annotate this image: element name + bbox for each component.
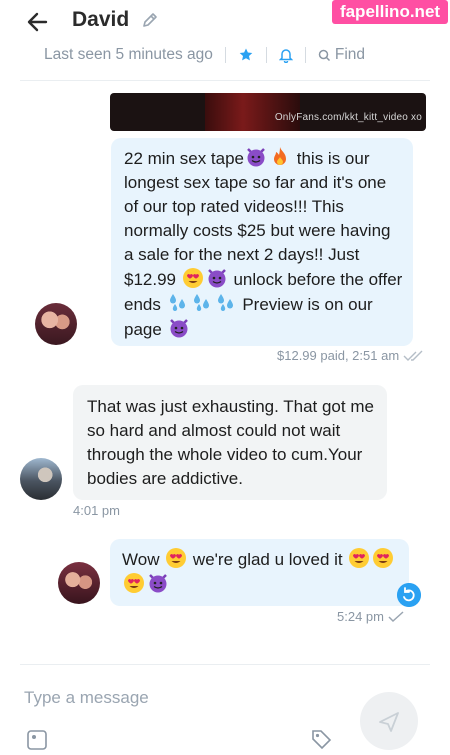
send-icon [379,712,399,732]
find-button[interactable]: Find [318,46,365,64]
avatar[interactable] [20,458,62,500]
message-text: this is our longest sex tape so far and … [124,149,391,289]
heart-eyes-emoji-icon [124,573,144,593]
heart-eyes-emoji-icon [166,548,187,568]
message-timestamp: $12.99 paid, 2:51 am [277,348,400,363]
message-bubble-outgoing[interactable]: 22 min sex tape this is our longest sex … [111,138,413,346]
devil-emoji-icon [149,574,167,593]
message-timestamp: 5:24 pm [337,609,384,624]
droplets-emoji-icon [193,294,209,311]
undo-icon[interactable] [397,583,421,607]
message-meta: 5:24 pm [337,609,404,624]
heart-eyes-emoji-icon [349,548,370,568]
media-watermark: OnlyFans.com/kkt_kitt_video xo [274,112,422,123]
avatar[interactable] [58,562,100,604]
composer-divider [20,664,430,665]
chat-header: David fapellino.net Last seen 5 minutes … [0,0,450,80]
status-line: Last seen 5 minutes ago Find [44,44,365,66]
contact-name[interactable]: David [72,8,129,32]
message-timestamp: 4:01 pm [73,503,120,518]
search-icon [318,49,330,61]
last-seen-text: Last seen 5 minutes ago [44,46,213,63]
divider [304,47,306,63]
message-text: we're glad u loved it [188,550,348,569]
media-thumbnail[interactable]: OnlyFans.com/kkt_kitt_video xo [110,93,426,131]
heart-eyes-emoji-icon [373,548,394,568]
heart-eyes-emoji-icon [182,268,203,288]
droplets-emoji-icon [217,294,233,311]
pencil-icon[interactable] [140,10,160,30]
devil-emoji-icon [247,148,265,167]
find-label: Find [334,46,366,63]
message-input[interactable]: Type a message [24,688,149,708]
star-icon[interactable] [238,47,254,63]
message-text: Wow [122,550,165,569]
message-text: 22 min sex tape [124,149,245,168]
divider [265,47,267,63]
bell-icon[interactable] [278,47,293,63]
send-button[interactable] [360,692,418,750]
message-bubble-outgoing[interactable]: Wow we're glad u loved it [110,539,409,606]
check-icon [388,610,404,622]
message-bubble-incoming[interactable]: That was just exhausting. That got me so… [73,385,387,500]
price-tag-icon[interactable] [310,728,332,750]
avatar[interactable] [35,303,77,345]
droplets-emoji-icon [169,294,185,311]
image-attach-icon[interactable] [26,728,48,750]
header-divider [20,80,430,81]
double-check-icon [403,350,423,361]
back-arrow-icon[interactable] [24,8,52,36]
fire-emoji-icon [274,147,287,165]
watermark-badge: fapellino.net [332,0,448,24]
divider [224,47,226,63]
devil-emoji-icon [169,319,188,338]
message-meta: $12.99 paid, 2:51 am [277,348,425,363]
devil-emoji-icon [207,269,226,288]
